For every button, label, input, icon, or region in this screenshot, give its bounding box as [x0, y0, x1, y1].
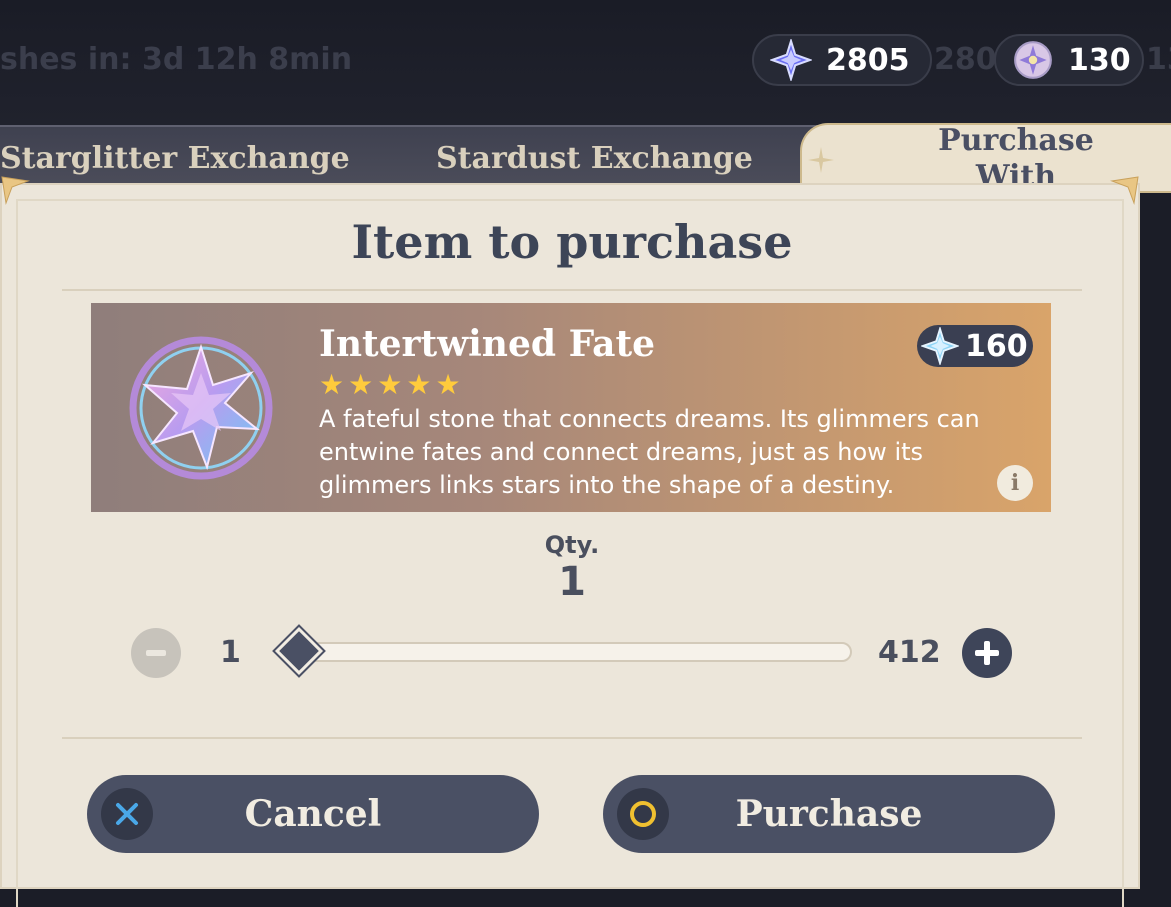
quantity-max: 412 [878, 635, 941, 670]
plus-icon [975, 641, 999, 665]
tab-starglitter-exchange[interactable]: Starglitter Exchange [0, 141, 350, 176]
primogem-counter[interactable]: 2805 [752, 34, 932, 86]
event-timer: shes in: 3d 12h 8min [0, 42, 353, 77]
item-price: 160 [917, 325, 1033, 367]
purchase-button-label: Purchase [735, 793, 923, 835]
divider [62, 737, 1082, 739]
info-icon[interactable]: i [997, 465, 1033, 501]
top-bar: shes in: 3d 12h 8min 2805 2805 130 130 [0, 0, 1171, 125]
star-icon: ★ [377, 368, 403, 401]
primogem-count: 2805 [826, 42, 910, 78]
star-icon: ★ [406, 368, 432, 401]
acquaint-fate-icon [1014, 41, 1052, 79]
increase-quantity-button[interactable] [962, 628, 1012, 678]
intertwined-fate-icon [129, 336, 273, 480]
quantity-value: 1 [558, 559, 586, 605]
corner-ornament-icon [1, 176, 30, 205]
purchase-button[interactable]: Purchase [603, 775, 1055, 853]
star-icon: ★ [435, 368, 461, 401]
rarity-stars: ★ ★ ★ ★ ★ [319, 371, 461, 399]
primogem-icon [921, 327, 959, 365]
fate-ghost-count: 130 [1146, 42, 1171, 77]
item-name: Intertwined Fate [319, 323, 656, 365]
primogem-icon [770, 39, 812, 81]
decrease-quantity-button[interactable] [131, 628, 181, 678]
minus-icon [146, 650, 166, 656]
item-price-value: 160 [965, 328, 1028, 364]
fate-count: 130 [1068, 42, 1131, 78]
item-card: Intertwined Fate ★ ★ ★ ★ ★ A fateful sto… [91, 303, 1051, 512]
quantity-min: 1 [220, 635, 241, 670]
star-icon: ★ [348, 368, 374, 401]
fate-counter[interactable]: 130 [994, 34, 1144, 86]
cancel-button-label: Cancel [244, 793, 382, 835]
quantity-slider-track[interactable] [292, 642, 852, 662]
dialog-title: Item to purchase [351, 215, 793, 269]
star-icon: ★ [319, 368, 345, 401]
divider [62, 289, 1082, 291]
sparkle-icon [808, 147, 834, 173]
corner-ornament-icon [1110, 176, 1139, 205]
cancel-button[interactable]: Cancel [87, 775, 539, 853]
quantity-label: Qty. [544, 531, 600, 559]
purchase-dialog: Item to purchase Intertwined Fate ★ ★ ★ … [0, 176, 1140, 907]
item-description: A fateful stone that connects dreams. It… [319, 405, 980, 499]
tab-stardust-exchange[interactable]: Stardust Exchange [436, 141, 753, 176]
